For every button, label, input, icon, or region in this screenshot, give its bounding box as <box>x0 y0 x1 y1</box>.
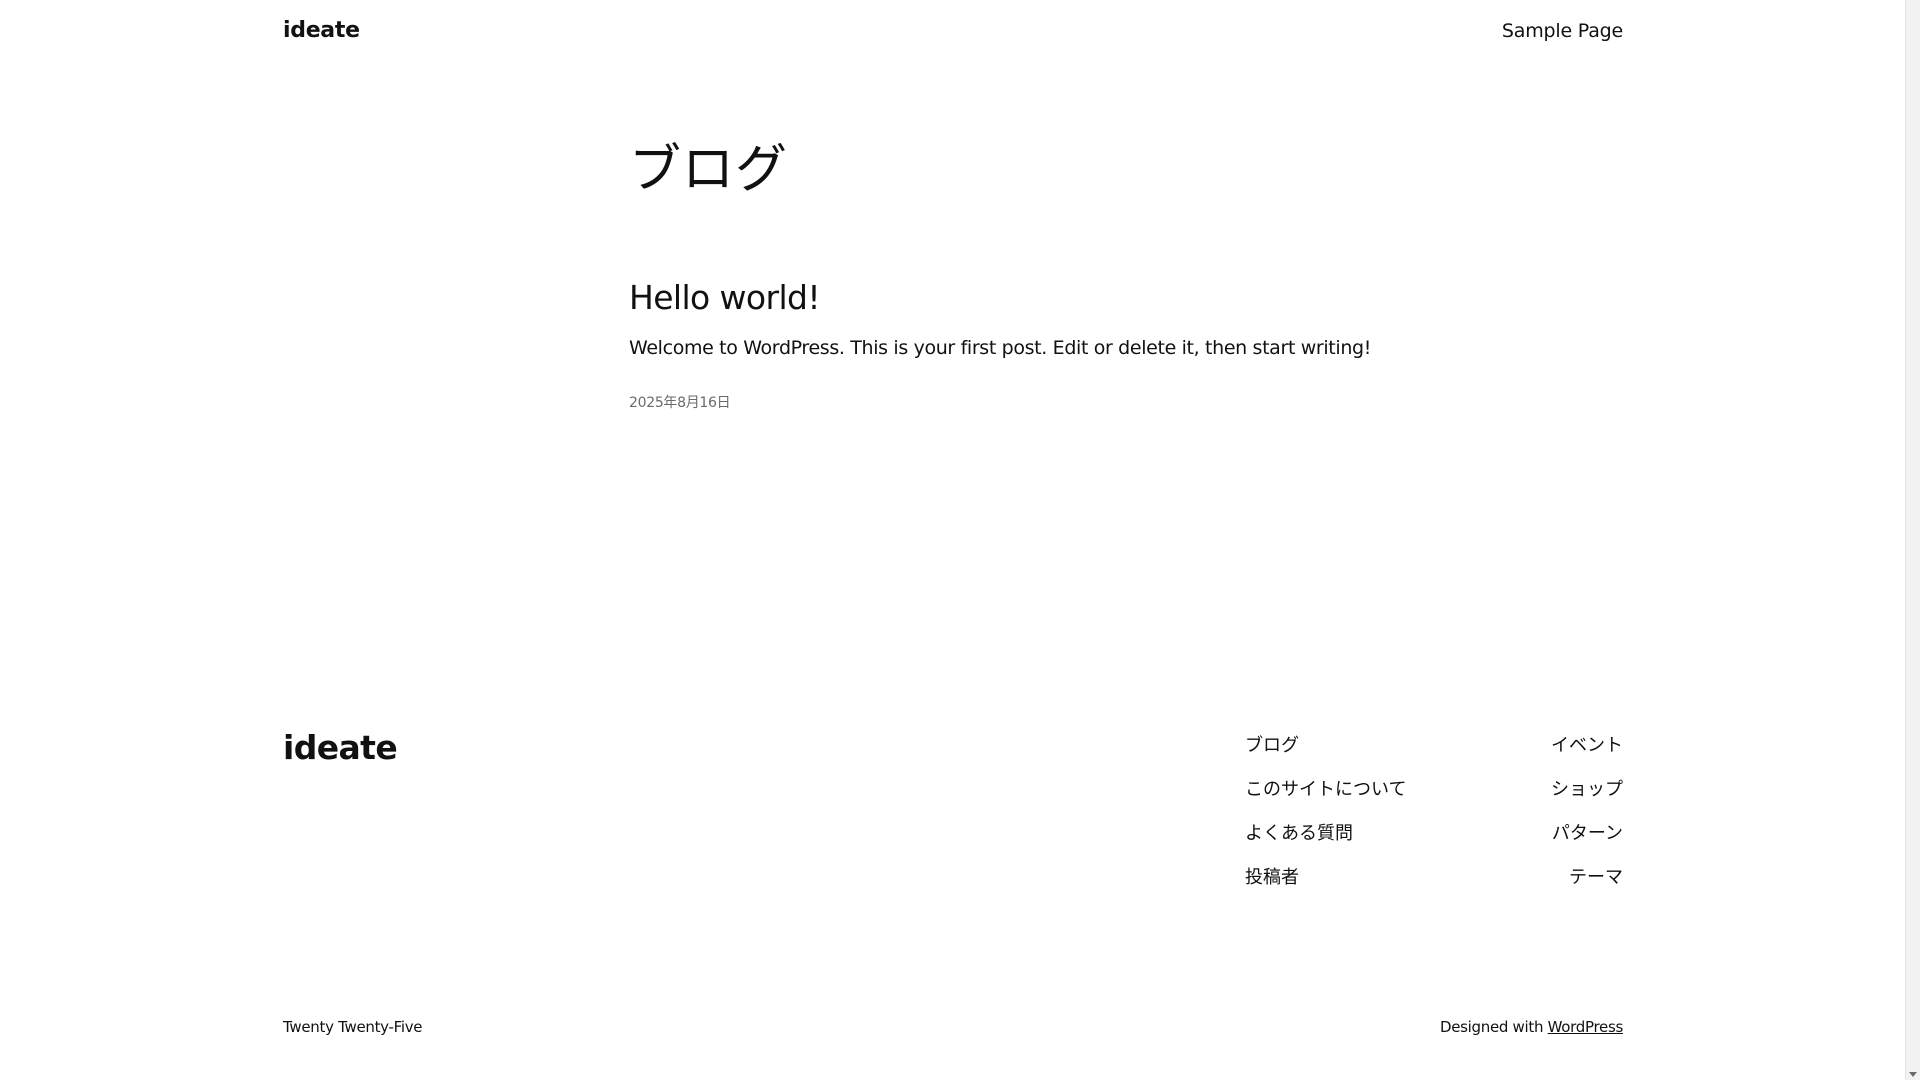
footer-nav-item: ブログ <box>1245 728 1406 772</box>
footer-nav-item: パターン <box>1551 816 1623 860</box>
main-content: ブログ Hello world! Welcome to WordPress. T… <box>629 130 1371 411</box>
footer-nav-item: ショップ <box>1551 772 1623 816</box>
wordpress-link[interactable]: WordPress <box>1548 1018 1624 1036</box>
post-date[interactable]: 2025年8月16日 <box>629 392 731 412</box>
footer-link-about[interactable]: このサイトについて <box>1245 779 1406 800</box>
footer-site-title-link[interactable]: ideate <box>283 728 398 767</box>
site-title-link[interactable]: ideate <box>283 18 360 43</box>
nav-link-sample-page[interactable]: Sample Page <box>1502 20 1623 42</box>
footer-link-patterns[interactable]: パターン <box>1552 823 1623 844</box>
footer-nav-item: 投稿者 <box>1245 860 1406 904</box>
footer-link-events[interactable]: イベント <box>1551 735 1623 756</box>
footer-nav-item: テーマ <box>1551 860 1623 904</box>
credit-prefix: Designed with <box>1439 1018 1548 1036</box>
footer-nav-item: このサイトについて <box>1245 772 1406 816</box>
footer-link-themes[interactable]: テーマ <box>1569 867 1623 888</box>
footer-link-shop[interactable]: ショップ <box>1551 779 1623 800</box>
page: ideate Sample Page ブログ Hello world! Welc… <box>0 0 1920 1080</box>
footer-link-faq[interactable]: よくある質問 <box>1245 823 1353 844</box>
page-title: ブログ <box>629 140 789 200</box>
site-header: ideate Sample Page <box>283 18 1623 52</box>
vertical-scrollbar[interactable] <box>1905 0 1920 1080</box>
post-title-link[interactable]: Hello world! <box>629 278 821 317</box>
footer-nav-column-2: イベント ショップ パターン テーマ <box>1551 728 1623 904</box>
footer-link-authors[interactable]: 投稿者 <box>1245 867 1299 888</box>
footer-nav-column-1: ブログ このサイトについて よくある質問 投稿者 <box>1245 728 1406 904</box>
footer-credits: Twenty Twenty-Five Designed with WordPre… <box>283 1018 1623 1038</box>
post-excerpt: Welcome to WordPress. This is your first… <box>629 337 1372 359</box>
credit-text: Designed with WordPress <box>1440 1018 1623 1036</box>
theme-name: Twenty Twenty-Five <box>283 1018 423 1036</box>
footer-nav-item: よくある質問 <box>1245 816 1406 860</box>
scroll-down-arrow-icon[interactable] <box>1909 1072 1917 1077</box>
footer-nav-item: イベント <box>1551 728 1623 772</box>
site-footer: ideate ブログ このサイトについて よくある質問 投稿者 イベント ショッ… <box>283 728 1623 908</box>
footer-link-blog[interactable]: ブログ <box>1245 735 1299 756</box>
